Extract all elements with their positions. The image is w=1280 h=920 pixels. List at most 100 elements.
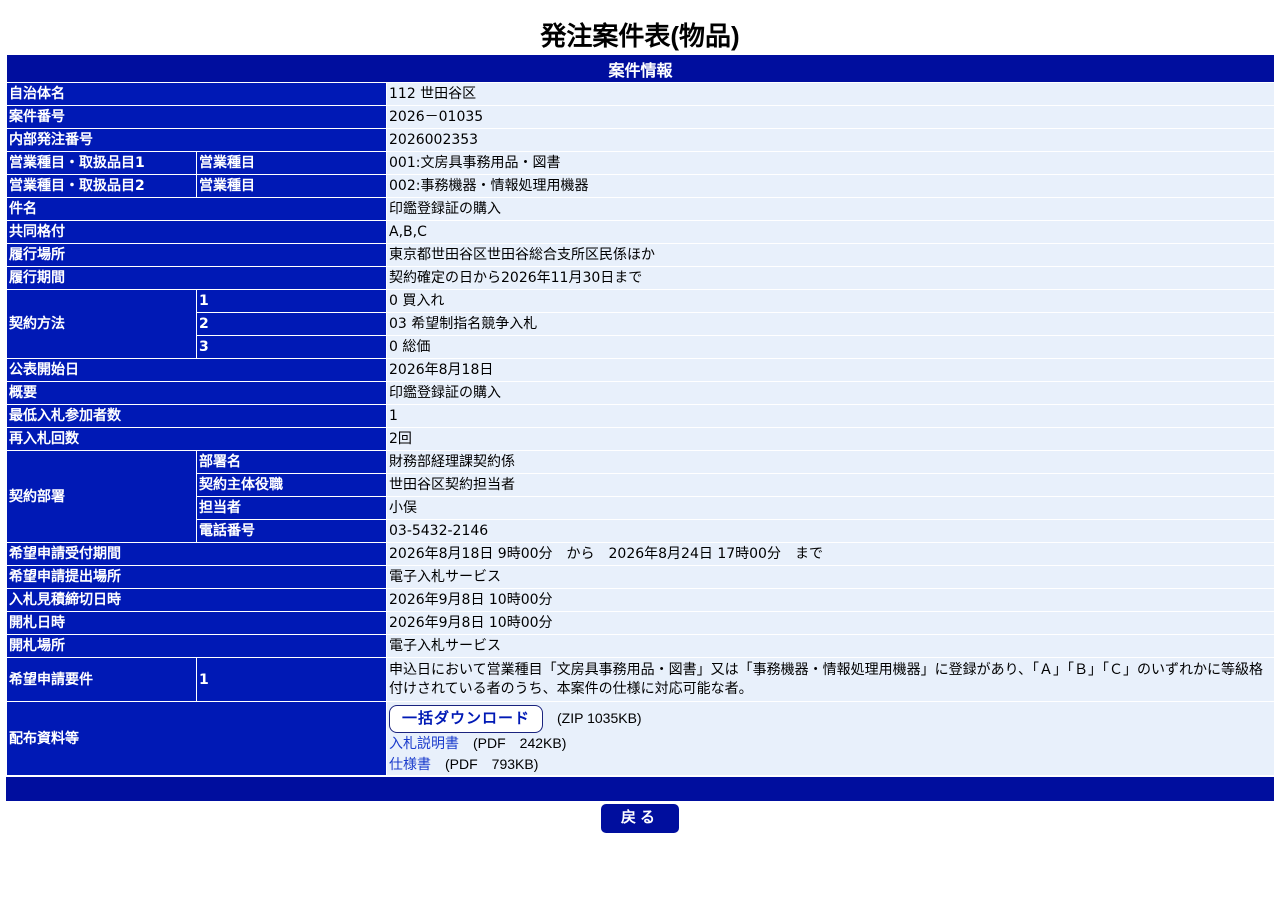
row-business-type-1: 営業種目・取扱品目1 営業種目 001:文房具事務用品・図書 <box>6 151 1275 175</box>
row-subject: 件名 印鑑登録証の購入 <box>6 197 1275 221</box>
row-opening-datetime: 開札日時 2026年9月8日 10時00分 <box>6 611 1275 635</box>
back-button-container: 戻る <box>0 804 1280 833</box>
value-opening-place: 電子入札サービス <box>386 634 1275 658</box>
label-subject: 件名 <box>6 197 387 221</box>
label-documents: 配布資料等 <box>6 701 387 776</box>
label-case-number: 案件番号 <box>6 105 387 129</box>
label-application-period: 希望申請受付期間 <box>6 542 387 566</box>
row-documents: 配布資料等 一括ダウンロード (ZIP 1035KB) 入札説明書 (PDF 242… <box>6 701 1275 776</box>
value-contract-officer: 世田谷区契約担当者 <box>386 473 1275 497</box>
label-overview: 概要 <box>6 381 387 405</box>
value-subject: 印鑑登録証の購入 <box>386 197 1275 221</box>
label-requirements: 希望申請要件 <box>6 657 197 702</box>
sublabel-department-name: 部署名 <box>196 450 387 474</box>
sublabel-requirements: 1 <box>196 657 387 702</box>
back-button[interactable]: 戻る <box>601 804 679 833</box>
footer-bar <box>6 777 1274 801</box>
sublabel-contract-method-3: 3 <box>196 335 387 359</box>
row-internal-number: 内部発注番号 2026002353 <box>6 128 1275 152</box>
row-contract-method-1: 契約方法 1 0 買入れ <box>6 289 1275 359</box>
row-rebid-count: 再入札回数 2回 <box>6 427 1275 451</box>
value-rebid-count: 2回 <box>386 427 1275 451</box>
value-business-type-1: 001:文房具事務用品・図書 <box>386 151 1275 175</box>
row-min-bidders: 最低入札参加者数 1 <box>6 404 1275 428</box>
value-documents: 一括ダウンロード (ZIP 1035KB) 入札説明書 (PDF 242KB) 仕様… <box>386 701 1275 776</box>
file-link-explanation[interactable]: 入札説明書 <box>389 736 459 752</box>
row-case-number: 案件番号 2026－01035 <box>6 105 1275 129</box>
file-line-explanation: 入札説明書 (PDF 242KB) <box>389 733 1272 754</box>
value-case-number: 2026－01035 <box>386 105 1275 129</box>
value-internal-number: 2026002353 <box>386 128 1275 152</box>
file-size-explanation: (PDF 242KB) <box>473 734 567 751</box>
value-publish-date: 2026年8月18日 <box>386 358 1275 382</box>
value-business-type-2: 002:事務機器・情報処理用機器 <box>386 174 1275 198</box>
value-requirements: 申込日において営業種目「文房具事務用品・図書」又は「事務機器・情報処理用機器」に… <box>386 657 1275 702</box>
case-info-table: 案件情報 自治体名 112 世田谷区 案件番号 2026－01035 内部発注番… <box>6 54 1275 776</box>
row-requirements: 希望申請要件 1 申込日において営業種目「文房具事務用品・図書」又は「事務機器・… <box>6 657 1275 702</box>
row-department-4: 電話番号 03-5432-2146 <box>7 519 1275 543</box>
label-application-place: 希望申請提出場所 <box>6 565 387 589</box>
file-line-specification: 仕様書 (PDF 793KB) <box>389 754 1272 775</box>
row-department-3: 担当者 小俣 <box>7 496 1275 520</box>
row-department-1: 契約部署 部署名 財務部経理課契約係 <box>6 450 1275 543</box>
value-application-period: 2026年8月18日 9時00分 から 2026年8月24日 17時00分 まで <box>386 542 1275 566</box>
row-application-place: 希望申請提出場所 電子入札サービス <box>6 565 1275 589</box>
row-department-2: 契約主体役職 世田谷区契約担当者 <box>7 473 1275 497</box>
value-department-name: 財務部経理課契約係 <box>386 450 1275 474</box>
section-header: 案件情報 <box>6 54 1275 83</box>
label-estimate-deadline: 入札見積締切日時 <box>6 588 387 612</box>
row-joint-rating: 共同格付 A,B,C <box>6 220 1275 244</box>
file-size-specification: (PDF 793KB) <box>445 755 539 772</box>
row-municipality: 自治体名 112 世田谷区 <box>6 82 1275 106</box>
label-business-type-1: 営業種目・取扱品目1 <box>6 151 197 175</box>
row-contract-method-2: 2 03 希望制指名競争入札 <box>7 312 1275 336</box>
value-contract-method-2: 03 希望制指名競争入札 <box>386 312 1275 336</box>
sublabel-person-in-charge: 担当者 <box>196 496 387 520</box>
value-period: 契約確定の日から2026年11月30日まで <box>386 266 1275 290</box>
label-department: 契約部署 <box>6 450 197 543</box>
value-estimate-deadline: 2026年9月8日 10時00分 <box>386 588 1275 612</box>
value-place: 東京都世田谷区世田谷総合支所区民係ほか <box>386 243 1275 267</box>
value-phone: 03-5432-2146 <box>386 519 1275 543</box>
label-place: 履行場所 <box>6 243 387 267</box>
row-place: 履行場所 東京都世田谷区世田谷総合支所区民係ほか <box>6 243 1275 267</box>
sublabel-contract-officer: 契約主体役職 <box>196 473 387 497</box>
row-business-type-2: 営業種目・取扱品目2 営業種目 002:事務機器・情報処理用機器 <box>6 174 1275 198</box>
row-overview: 概要 印鑑登録証の購入 <box>6 381 1275 405</box>
value-overview: 印鑑登録証の購入 <box>386 381 1275 405</box>
file-link-specification[interactable]: 仕様書 <box>389 757 431 773</box>
label-joint-rating: 共同格付 <box>6 220 387 244</box>
label-period: 履行期間 <box>6 266 387 290</box>
sublabel-contract-method-1: 1 <box>196 289 387 313</box>
label-publish-date: 公表開始日 <box>6 358 387 382</box>
sublabel-contract-method-2: 2 <box>196 312 387 336</box>
label-contract-method: 契約方法 <box>6 289 197 359</box>
value-contract-method-1: 0 買入れ <box>386 289 1275 313</box>
value-contract-method-3: 0 総価 <box>386 335 1275 359</box>
bulk-download-line: 一括ダウンロード (ZIP 1035KB) <box>389 703 1272 733</box>
value-min-bidders: 1 <box>386 404 1275 428</box>
label-opening-place: 開札場所 <box>6 634 387 658</box>
sublabel-business-type-1: 営業種目 <box>196 151 387 175</box>
label-min-bidders: 最低入札参加者数 <box>6 404 387 428</box>
sublabel-phone: 電話番号 <box>196 519 387 543</box>
row-opening-place: 開札場所 電子入札サービス <box>6 634 1275 658</box>
row-contract-method-3: 3 0 総価 <box>7 335 1275 359</box>
page-title: 発注案件表(物品) <box>540 21 740 51</box>
value-joint-rating: A,B,C <box>386 220 1275 244</box>
row-application-period: 希望申請受付期間 2026年8月18日 9時00分 から 2026年8月24日 … <box>6 542 1275 566</box>
row-publish-date: 公表開始日 2026年8月18日 <box>6 358 1275 382</box>
label-internal-number: 内部発注番号 <box>6 128 387 152</box>
value-application-place: 電子入札サービス <box>386 565 1275 589</box>
bulk-download-size: (ZIP 1035KB) <box>557 709 642 726</box>
bulk-download-button[interactable]: 一括ダウンロード <box>389 704 544 733</box>
value-opening-datetime: 2026年9月8日 10時00分 <box>386 611 1275 635</box>
label-business-type-2: 営業種目・取扱品目2 <box>6 174 197 198</box>
sublabel-business-type-2: 営業種目 <box>196 174 387 198</box>
row-estimate-deadline: 入札見積締切日時 2026年9月8日 10時00分 <box>6 588 1275 612</box>
label-opening-datetime: 開札日時 <box>6 611 387 635</box>
label-municipality: 自治体名 <box>6 82 387 106</box>
row-period: 履行期間 契約確定の日から2026年11月30日まで <box>6 266 1275 290</box>
value-municipality: 112 世田谷区 <box>386 82 1275 106</box>
label-rebid-count: 再入札回数 <box>6 427 387 451</box>
